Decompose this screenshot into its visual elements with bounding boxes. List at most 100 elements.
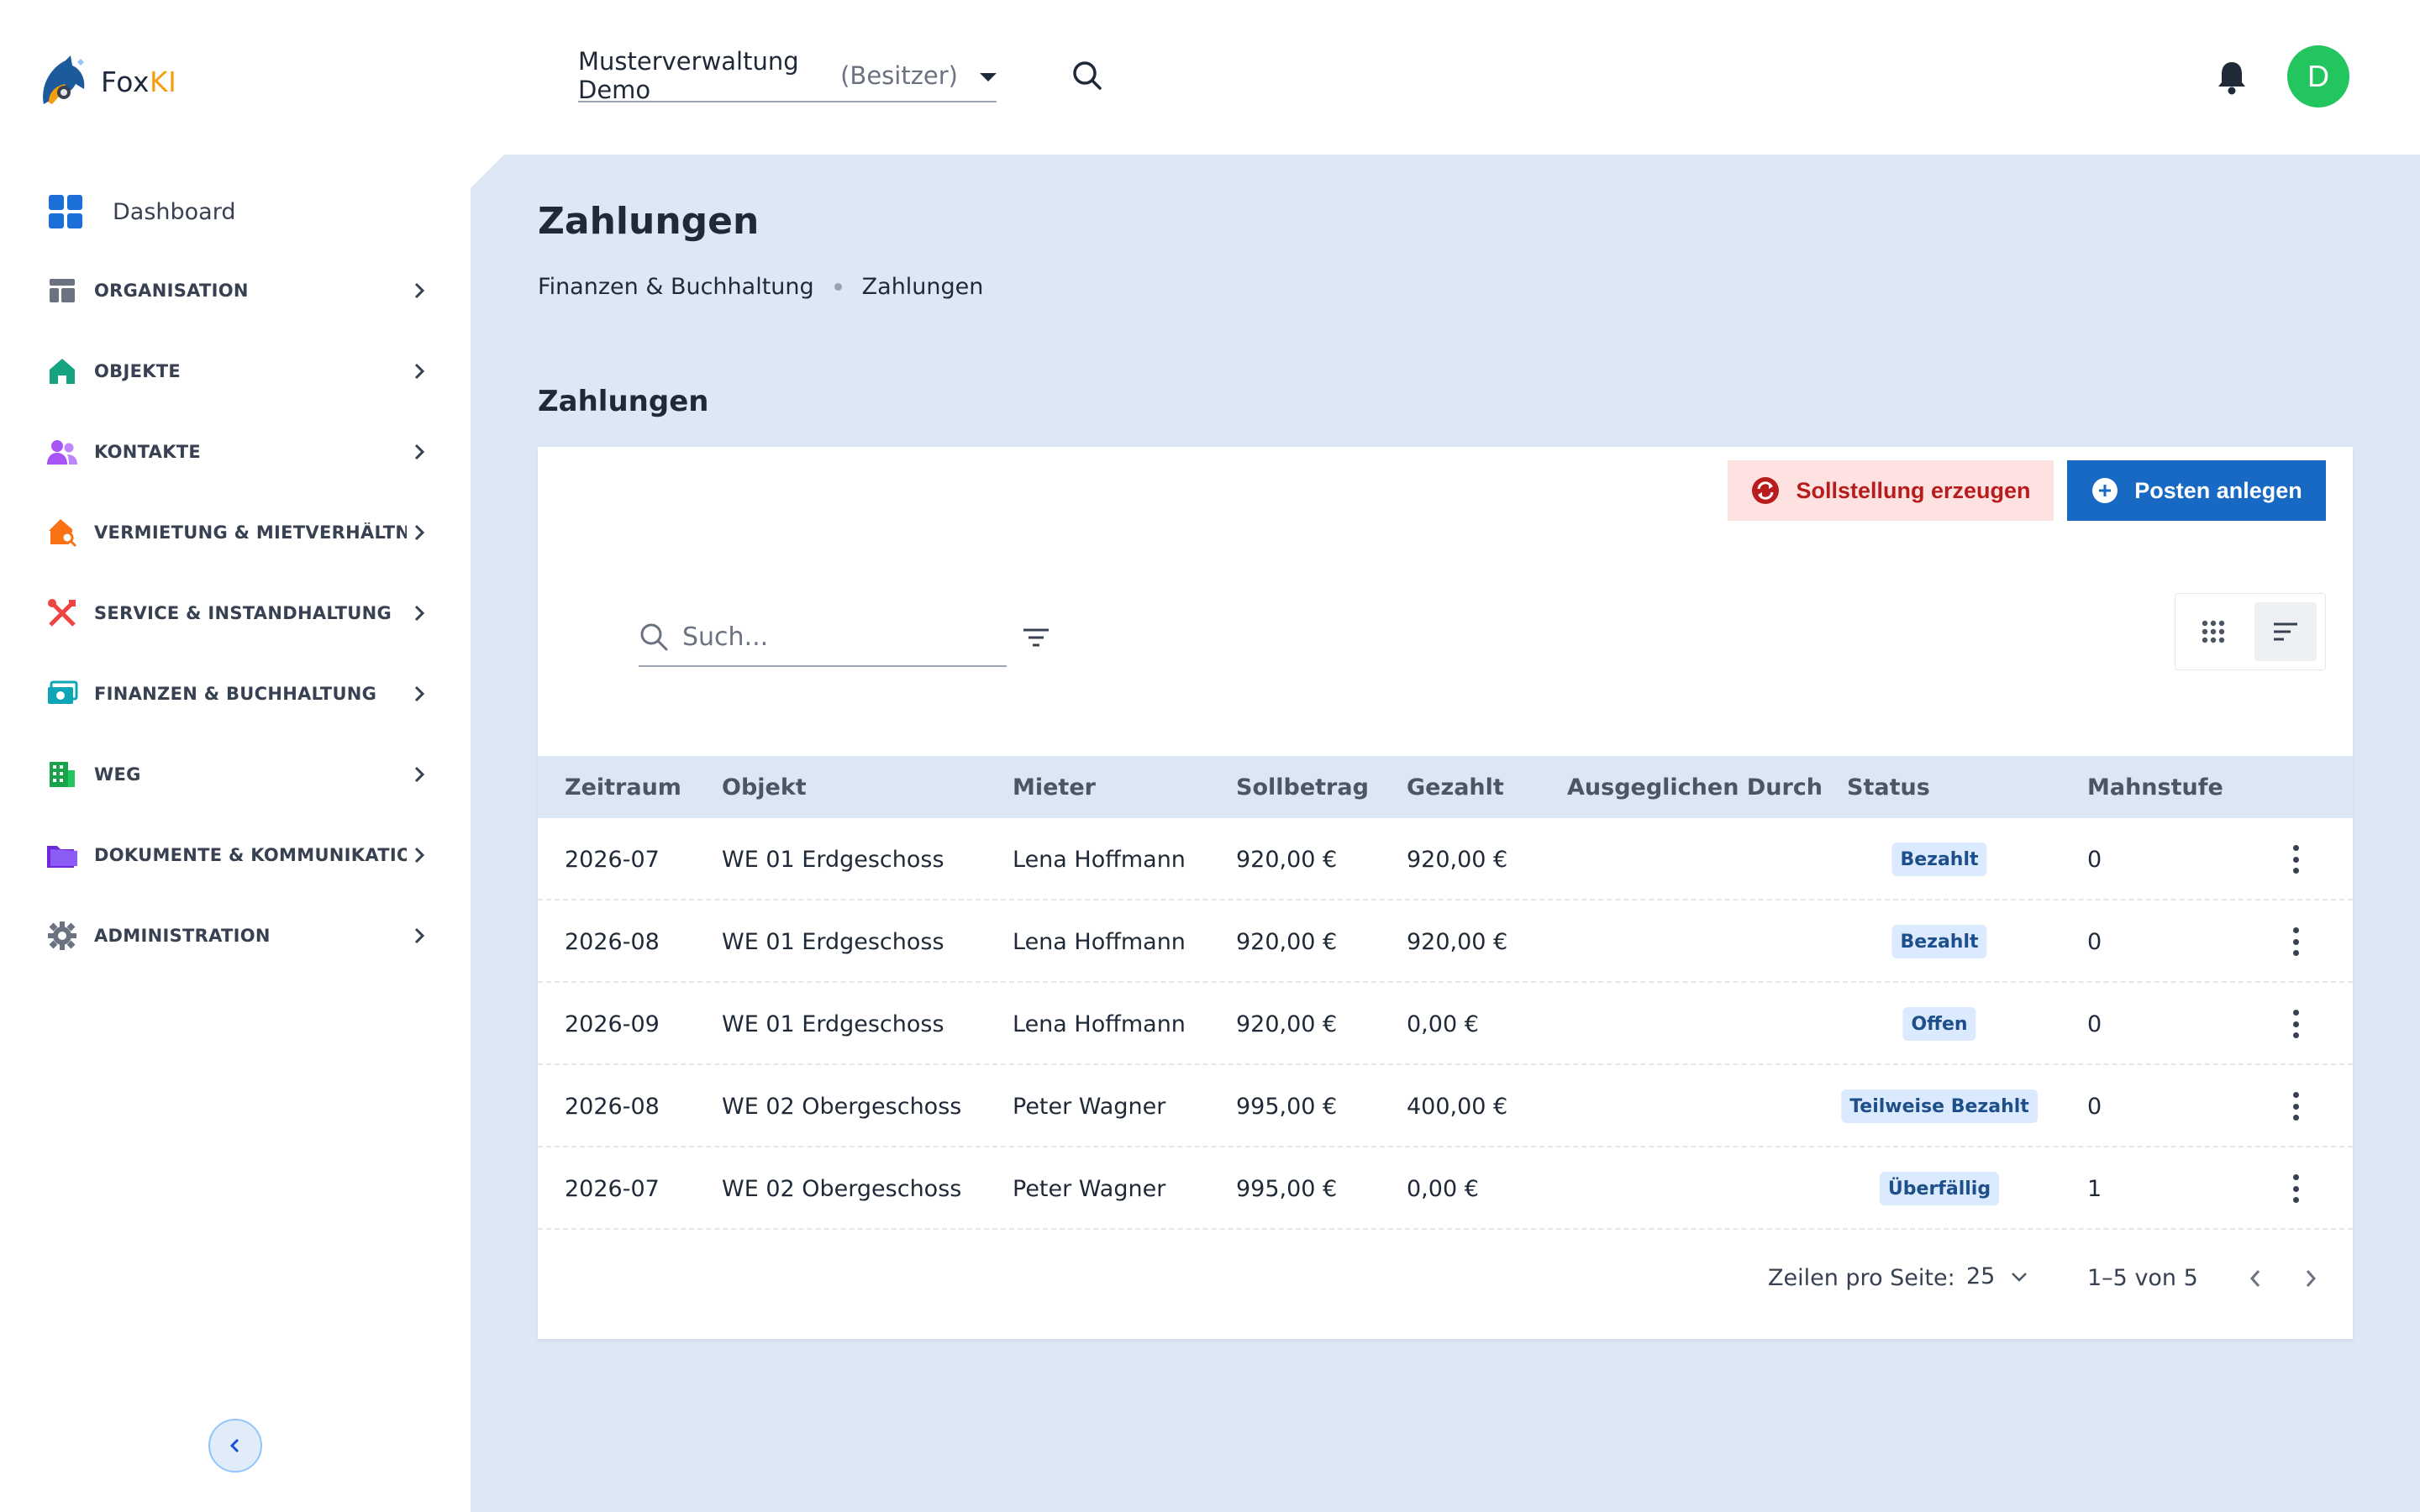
cell-zeitraum: 2026-09 [565, 1011, 660, 1037]
sollstellung-erzeugen-button[interactable]: Sollstellung erzeugen [1728, 460, 2054, 521]
sidebar-item-organisation[interactable]: ORGANISATION [45, 267, 432, 314]
sidebar-item-administration[interactable]: ADMINISTRATION [45, 912, 432, 959]
app-logo[interactable]: FoxKI [37, 52, 176, 111]
cell-mahnstufe: 0 [2087, 1011, 2102, 1037]
sidebar-collapse-button[interactable] [208, 1419, 262, 1473]
search-input[interactable] [682, 622, 985, 652]
page-range: 1–5 von 5 [2087, 1265, 2198, 1291]
next-page-button[interactable] [2294, 1262, 2328, 1295]
column-header-ausgeglichen[interactable]: Ausgeglichen Durch [1567, 756, 1823, 818]
column-header-mahnstufe[interactable]: Mahnstufe [2087, 756, 2223, 818]
cell-mieter: Lena Hoffmann [1013, 928, 1186, 955]
chevron-right-icon [407, 359, 432, 384]
row-menu-icon[interactable] [2284, 924, 2307, 959]
refresh-circle-icon [1752, 477, 1780, 504]
sidebar-item-kontakte[interactable]: KONTAKTE [45, 428, 432, 475]
chevron-right-icon [407, 601, 432, 626]
cell-zeitraum: 2026-08 [565, 1093, 660, 1120]
table-search [639, 608, 1007, 667]
notification-bell-icon[interactable] [2215, 59, 2249, 96]
column-header-objekt[interactable]: Objekt [722, 756, 807, 818]
cell-gezahlt: 920,00 € [1407, 846, 1508, 873]
org-role: (Besitzer) [840, 61, 958, 90]
filter-button[interactable] [1017, 618, 1055, 657]
sidebar-item-service[interactable]: SERVICE & INSTANDHALTUNG [45, 590, 432, 637]
sidebar-item-vermietung[interactable]: VERMIETUNG & MIETVERHÄLTN... [45, 509, 432, 556]
pagination: Zeilen pro Seite: 25 1–5 von 5 [538, 1250, 2353, 1309]
previous-page-button[interactable] [2238, 1262, 2272, 1295]
cell-sollbetrag: 995,00 € [1236, 1175, 1338, 1202]
table-row[interactable]: 2026-09 WE 01 Erdgeschoss Lena Hoffmann … [538, 983, 2353, 1065]
cell-objekt: WE 02 Obergeschoss [722, 1093, 962, 1120]
row-menu-icon[interactable] [2284, 1171, 2307, 1206]
cell-mahnstufe: 1 [2087, 1175, 2102, 1202]
cell-mahnstufe: 0 [2087, 928, 2102, 955]
cell-zeitraum: 2026-07 [565, 1175, 660, 1202]
sidebar-item-label: DOKUMENTE & KOMMUNIKATION [94, 845, 407, 865]
cell-sollbetrag: 920,00 € [1236, 1011, 1338, 1037]
chevron-right-icon [407, 439, 432, 465]
search-icon [640, 623, 668, 651]
grid-view-button[interactable] [2182, 602, 2244, 661]
house-search-icon [45, 516, 79, 549]
table-row[interactable]: 2026-07 WE 02 Obergeschoss Peter Wagner … [538, 1147, 2353, 1230]
table-row[interactable]: 2026-08 WE 02 Obergeschoss Peter Wagner … [538, 1065, 2353, 1147]
cell-mieter: Peter Wagner [1013, 1093, 1166, 1120]
cell-mieter: Lena Hoffmann [1013, 846, 1186, 873]
sort-lines-icon [2274, 622, 2297, 641]
posten-anlegen-button[interactable]: Posten anlegen [2067, 460, 2326, 521]
chevron-right-icon [407, 762, 432, 787]
payments-card: Sollstellung erzeugen Posten anlegen Zei… [538, 447, 2353, 1339]
breadcrumb-separator [834, 283, 842, 291]
cell-zeitraum: 2026-07 [565, 846, 660, 873]
rows-per-page-select[interactable]: 25 [1966, 1263, 2028, 1289]
table-row[interactable]: 2026-08 WE 01 Erdgeschoss Lena Hoffmann … [538, 900, 2353, 983]
user-avatar[interactable]: D [2287, 45, 2349, 108]
sidebar: Dashboard ORGANISATION OBJEKTE KONTAKTE … [0, 151, 471, 1512]
sidebar-item-label: Dashboard [113, 198, 236, 225]
column-header-zeitraum[interactable]: Zeitraum [565, 756, 681, 818]
sidebar-item-objekte[interactable]: OBJEKTE [45, 348, 432, 395]
breadcrumb-item-finanzen[interactable]: Finanzen & Buchhaltung [538, 274, 814, 300]
global-search-icon[interactable] [1071, 59, 1104, 92]
sidebar-item-label: FINANZEN & BUCHHALTUNG [94, 684, 377, 704]
chevron-left-icon [2249, 1270, 2260, 1287]
brand-name: FoxKI [101, 65, 177, 98]
row-menu-icon[interactable] [2284, 842, 2307, 877]
cell-gezahlt: 0,00 € [1407, 1011, 1479, 1037]
sidebar-item-label: SERVICE & INSTANDHALTUNG [94, 603, 392, 623]
cell-sollbetrag: 920,00 € [1236, 846, 1338, 873]
sidebar-item-dashboard[interactable]: Dashboard [49, 186, 235, 237]
sidebar-item-label: WEG [94, 764, 141, 785]
list-view-button[interactable] [2254, 602, 2317, 661]
chevron-right-icon [407, 520, 432, 545]
row-menu-icon[interactable] [2284, 1006, 2307, 1042]
chevron-down-icon [2012, 1272, 2028, 1282]
cell-sollbetrag: 995,00 € [1236, 1093, 1338, 1120]
column-header-status[interactable]: Status [1847, 756, 1930, 818]
table-header: Zeitraum Objekt Mieter Sollbetrag Gezahl… [538, 756, 2353, 818]
sidebar-item-finanzen[interactable]: FINANZEN & BUCHHALTUNG [45, 670, 432, 717]
cell-mieter: Peter Wagner [1013, 1175, 1166, 1202]
cell-gezahlt: 0,00 € [1407, 1175, 1479, 1202]
section-title: Zahlungen [538, 385, 709, 418]
page-title: Zahlungen [538, 200, 760, 243]
chevron-right-icon [2306, 1270, 2317, 1287]
column-header-gezahlt[interactable]: Gezahlt [1407, 756, 1504, 818]
rows-per-page-label: Zeilen pro Seite: [1768, 1265, 1955, 1291]
cell-mahnstufe: 0 [2087, 846, 2102, 873]
sidebar-item-weg[interactable]: WEG [45, 751, 432, 798]
money-icon [45, 677, 79, 711]
chevron-right-icon [407, 923, 432, 948]
cell-objekt: WE 01 Erdgeschoss [722, 928, 944, 955]
sidebar-item-label: VERMIETUNG & MIETVERHÄLTN... [94, 522, 407, 543]
fox-logo-icon [43, 55, 85, 104]
status-badge: Bezahlt [1891, 843, 1987, 876]
sidebar-item-dokumente[interactable]: DOKUMENTE & KOMMUNIKATION [45, 832, 432, 879]
table-row[interactable]: 2026-07 WE 01 Erdgeschoss Lena Hoffmann … [538, 818, 2353, 900]
organization-select[interactable]: Musterverwaltung Demo (Besitzer) [578, 47, 997, 104]
dashboard-grid-icon [49, 195, 82, 228]
row-menu-icon[interactable] [2284, 1089, 2307, 1124]
column-header-mieter[interactable]: Mieter [1013, 756, 1096, 818]
column-header-sollbetrag[interactable]: Sollbetrag [1236, 756, 1369, 818]
